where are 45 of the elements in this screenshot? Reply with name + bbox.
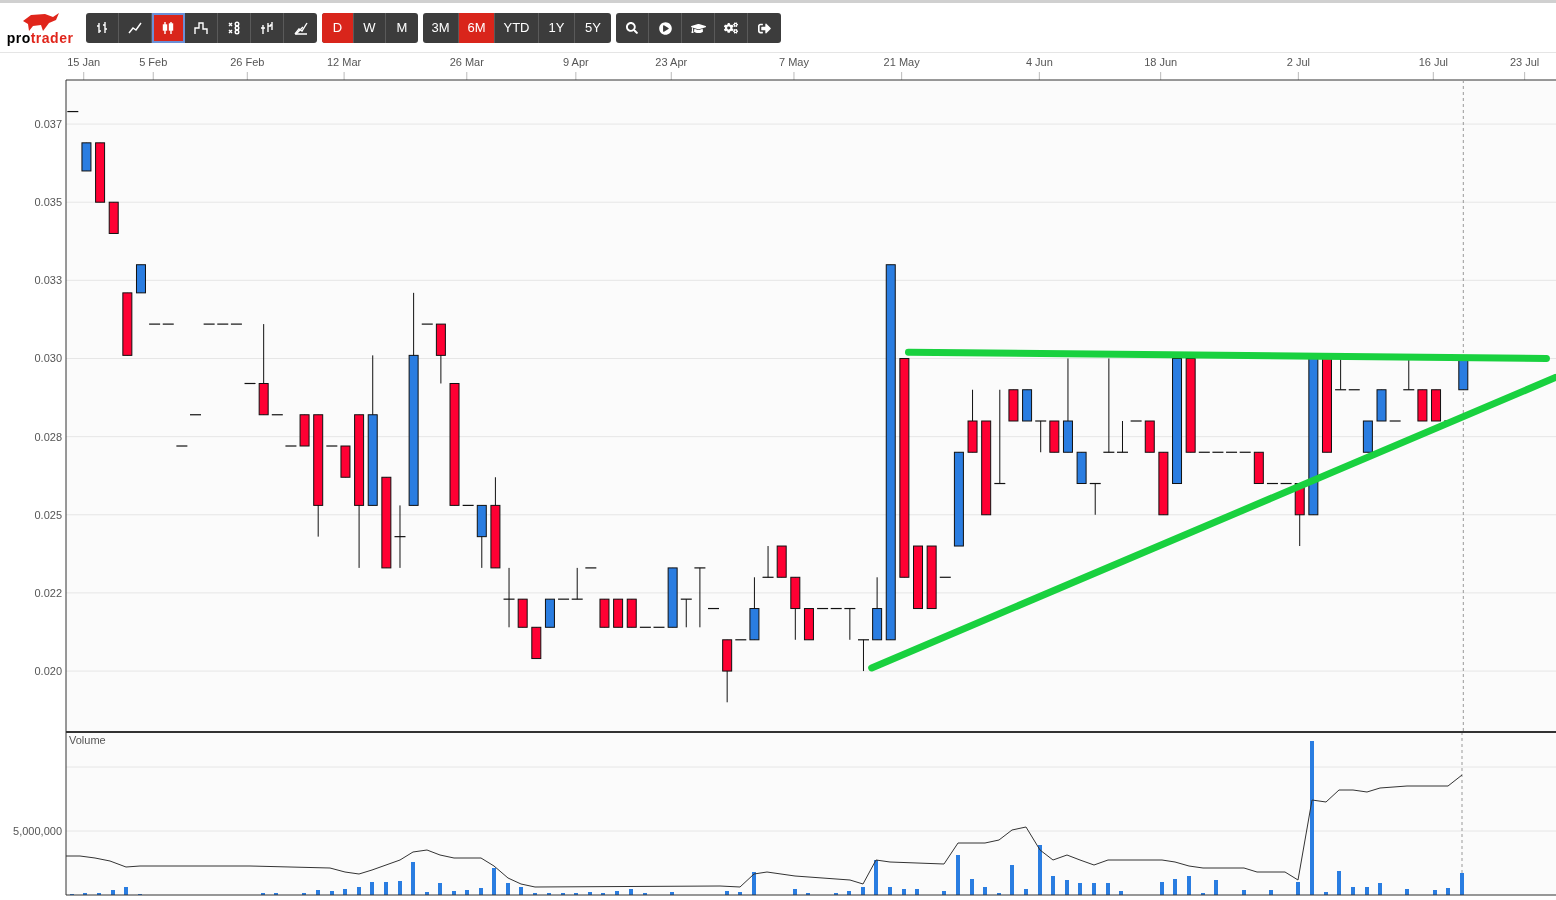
x-axis-label: 16 Jul <box>1418 56 1448 68</box>
step-chart-icon <box>193 20 209 36</box>
y-axis-label: 0.025 <box>34 508 62 521</box>
settings-icon <box>724 21 738 35</box>
x-axis-label: 4 Jun <box>1025 56 1053 68</box>
y-axis-label: 0.033 <box>34 274 62 287</box>
x-axis-label: 15 Jan <box>67 56 101 68</box>
y-axis-label: 0.020 <box>34 665 62 678</box>
y-axis-label: 0.022 <box>34 586 62 599</box>
range-button[interactable]: 6M <box>459 13 495 43</box>
x-axis-label: 2 Jul <box>1286 56 1310 68</box>
point-figure-icon <box>226 20 242 36</box>
x-axis-label: 18 Jun <box>1144 56 1178 68</box>
x-axis-label: 7 May <box>779 56 809 68</box>
search-icon <box>626 22 638 34</box>
interval-button[interactable]: M <box>386 13 418 43</box>
y-axis-label: 0.028 <box>34 430 62 443</box>
chart-type-button[interactable] <box>152 13 185 43</box>
play-icon <box>658 21 672 35</box>
range-button[interactable]: 1Y <box>539 13 575 43</box>
candlestick-icon <box>160 20 176 36</box>
ohlc-bars-icon <box>94 20 110 36</box>
y-axis-label: 5,000,000 <box>13 825 62 837</box>
x-axis-label: 9 Apr <box>563 56 589 68</box>
x-axis-label: 23 Apr <box>655 56 688 68</box>
range-button[interactable]: YTD <box>495 13 539 43</box>
interval-button[interactable]: W <box>354 13 386 43</box>
interval-button[interactable]: D <box>322 13 354 43</box>
y-axis-label: 0.030 <box>34 352 62 365</box>
y-axis-label: 0.035 <box>34 196 62 209</box>
range-button[interactable]: 5Y <box>575 13 611 43</box>
x-axis-label: 5 Feb <box>139 56 168 68</box>
y-axis-label: 0.037 <box>34 118 62 131</box>
exit-icon <box>758 21 771 35</box>
line-chart-icon <box>127 20 143 36</box>
x-axis-label: 26 Feb <box>230 56 265 68</box>
volume-title: Volume <box>69 734 106 746</box>
x-axis-label: 21 May <box>883 56 920 68</box>
x-axis-label: 12 Mar <box>326 56 362 68</box>
logo-text: pro <box>6 31 31 45</box>
logo-text: trader <box>30 31 74 45</box>
x-axis-label: 26 Mar <box>449 56 484 68</box>
x-axis-label: 23 Jul <box>1509 56 1540 68</box>
mountain-chart-icon <box>292 20 309 36</box>
hlc-bars-icon <box>259 20 275 36</box>
